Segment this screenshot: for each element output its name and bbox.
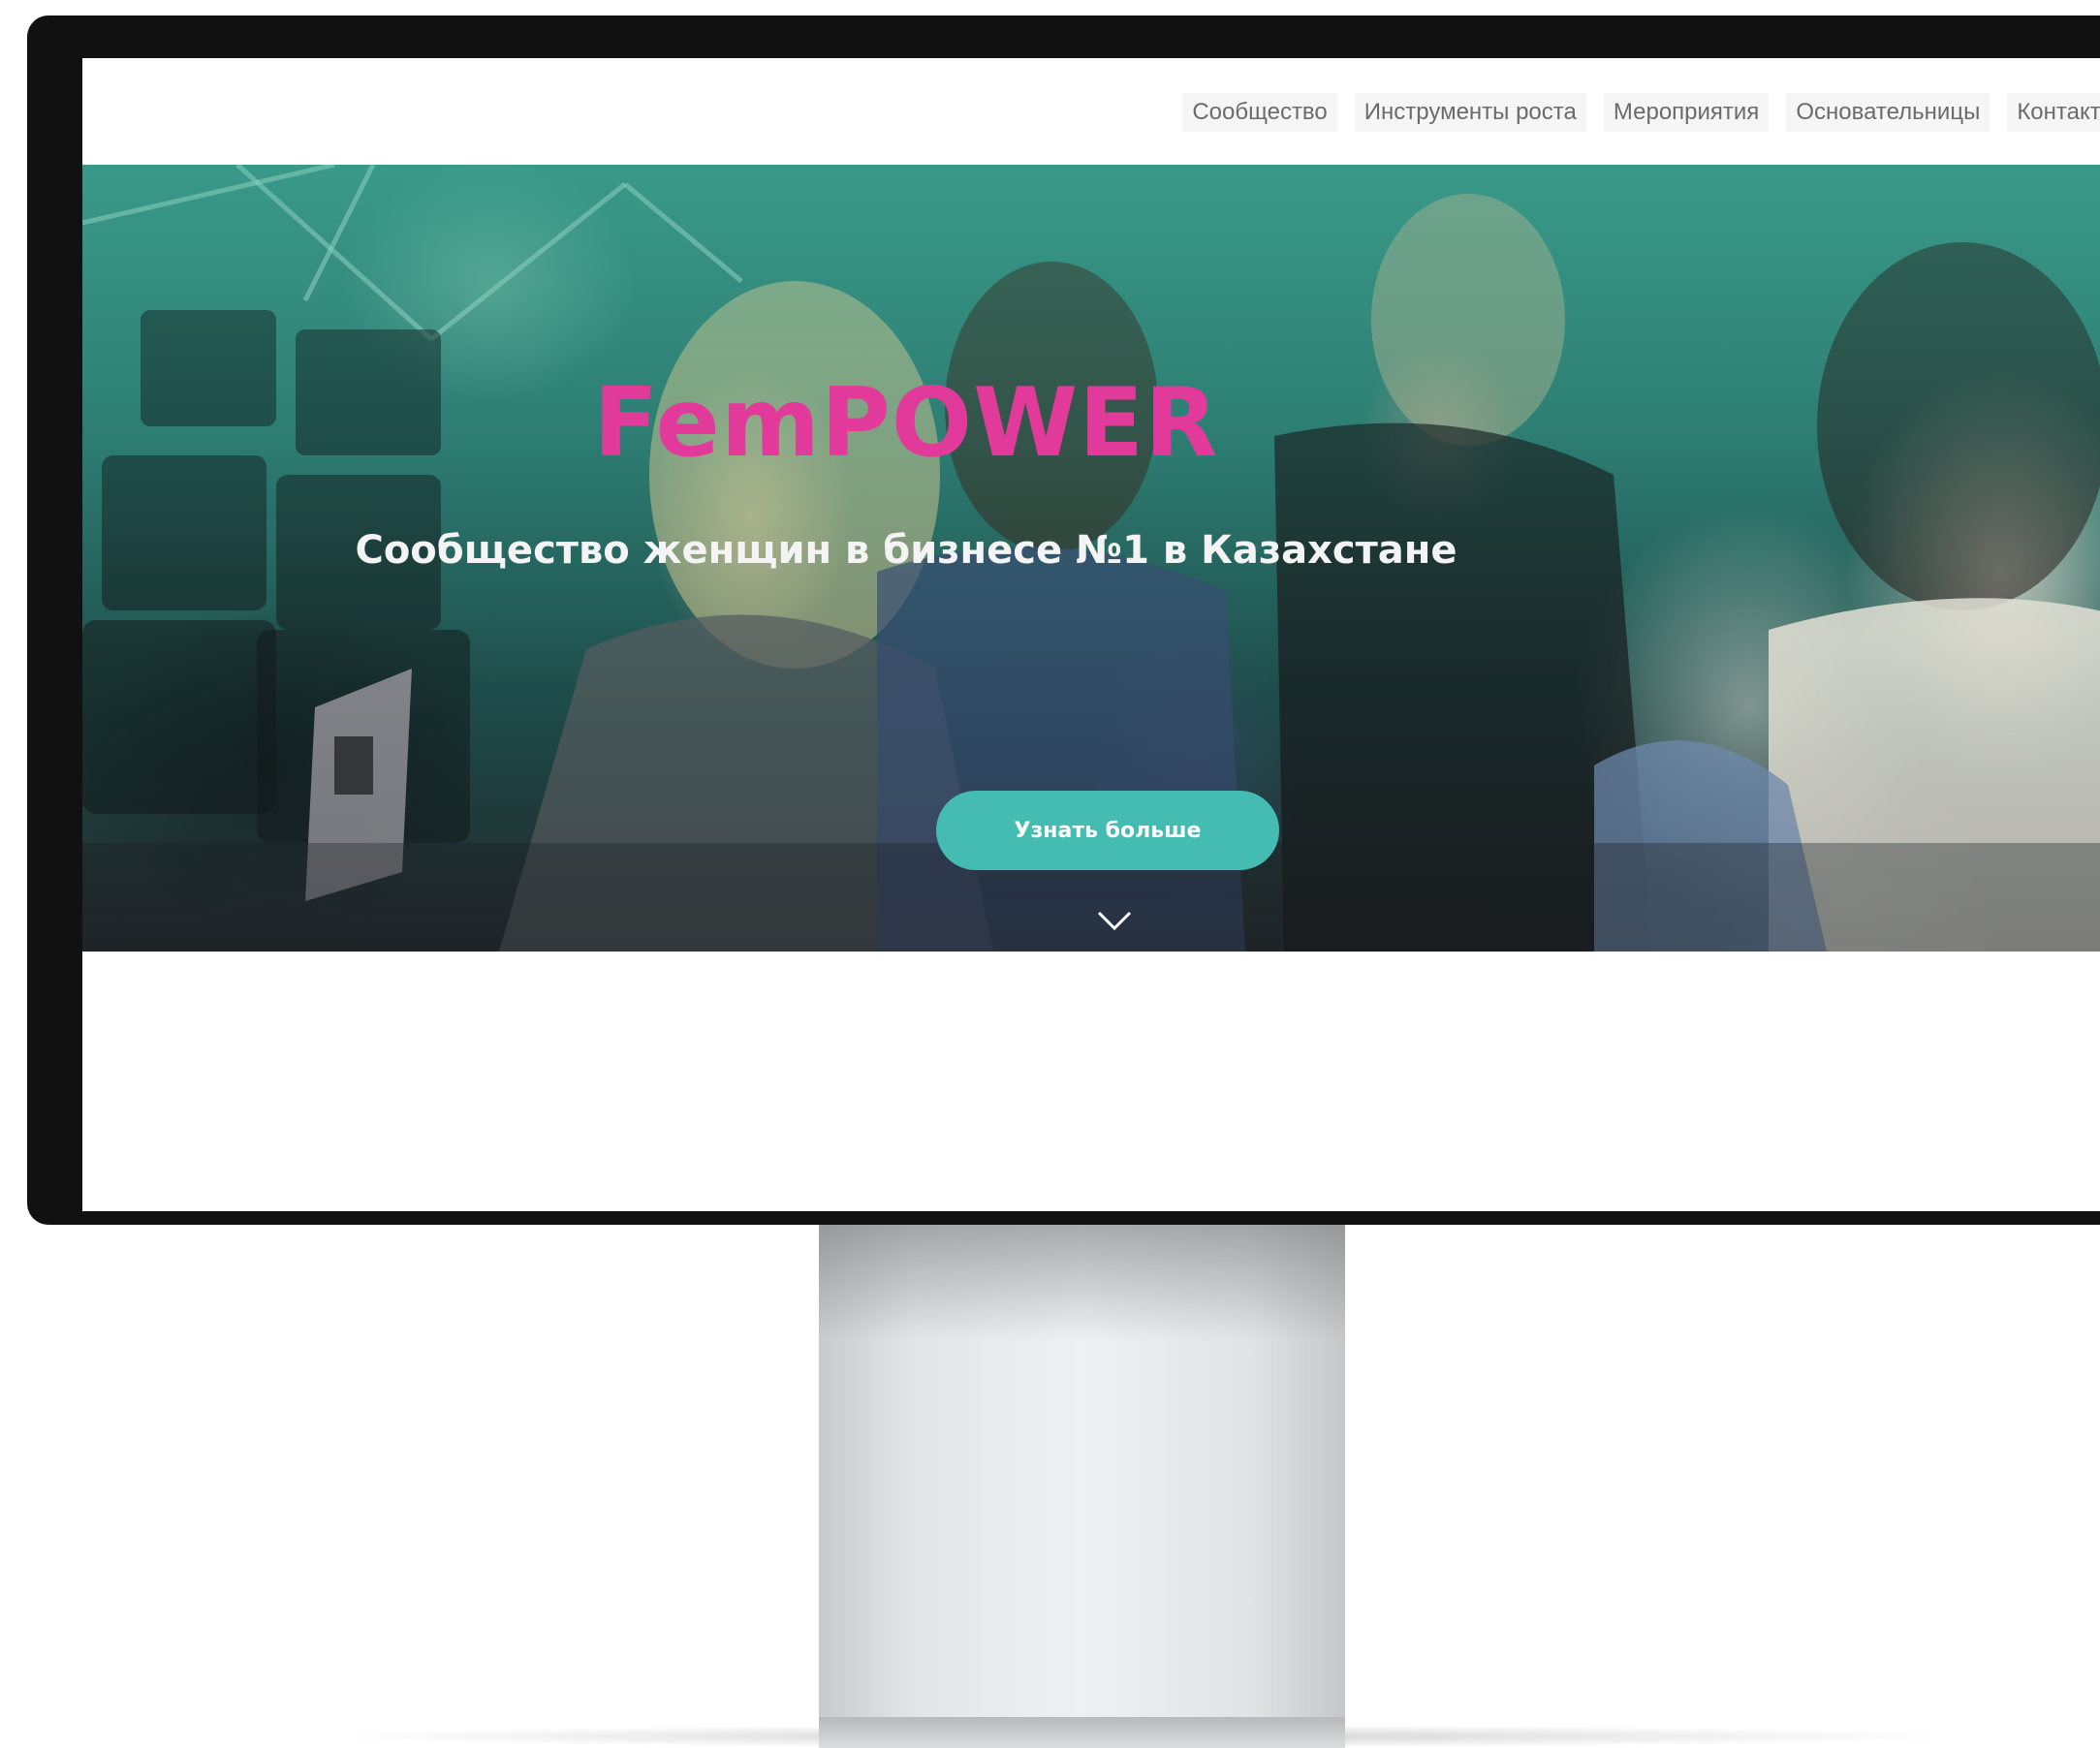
nav-item-contacts[interactable]: Контакты [2007, 93, 2100, 132]
nav-item-growth-tools[interactable]: Инструменты роста [1354, 93, 1586, 132]
monitor-bezel: Сообщество Инструменты роста Мероприятия… [27, 16, 2100, 1225]
hero-subtitle: Сообщество женщин в бизнесе №1 в Казахст… [355, 528, 1457, 573]
site-header: Сообщество Инструменты роста Мероприятия… [82, 58, 2100, 165]
monitor-stand-base [819, 1717, 1345, 1748]
learn-more-button[interactable]: Узнать больше [936, 791, 1279, 870]
hero-section: FemPOWER Сообщество женщин в бизнесе №1 … [82, 165, 2100, 952]
scene: Сообщество Инструменты роста Мероприятия… [0, 0, 2100, 1748]
main-nav: Сообщество Инструменты роста Мероприятия… [1182, 93, 2100, 132]
stand-shadow [819, 1225, 1345, 1341]
monitor-screen: Сообщество Инструменты роста Мероприятия… [82, 58, 2100, 1211]
nav-item-events[interactable]: Мероприятия [1603, 93, 1770, 132]
nav-item-community[interactable]: Сообщество [1182, 93, 1337, 132]
nav-item-founders[interactable]: Основательницы [1786, 93, 1990, 132]
hero-title: FemPOWER [593, 368, 1219, 479]
chevron-down-icon[interactable] [1095, 905, 1134, 934]
